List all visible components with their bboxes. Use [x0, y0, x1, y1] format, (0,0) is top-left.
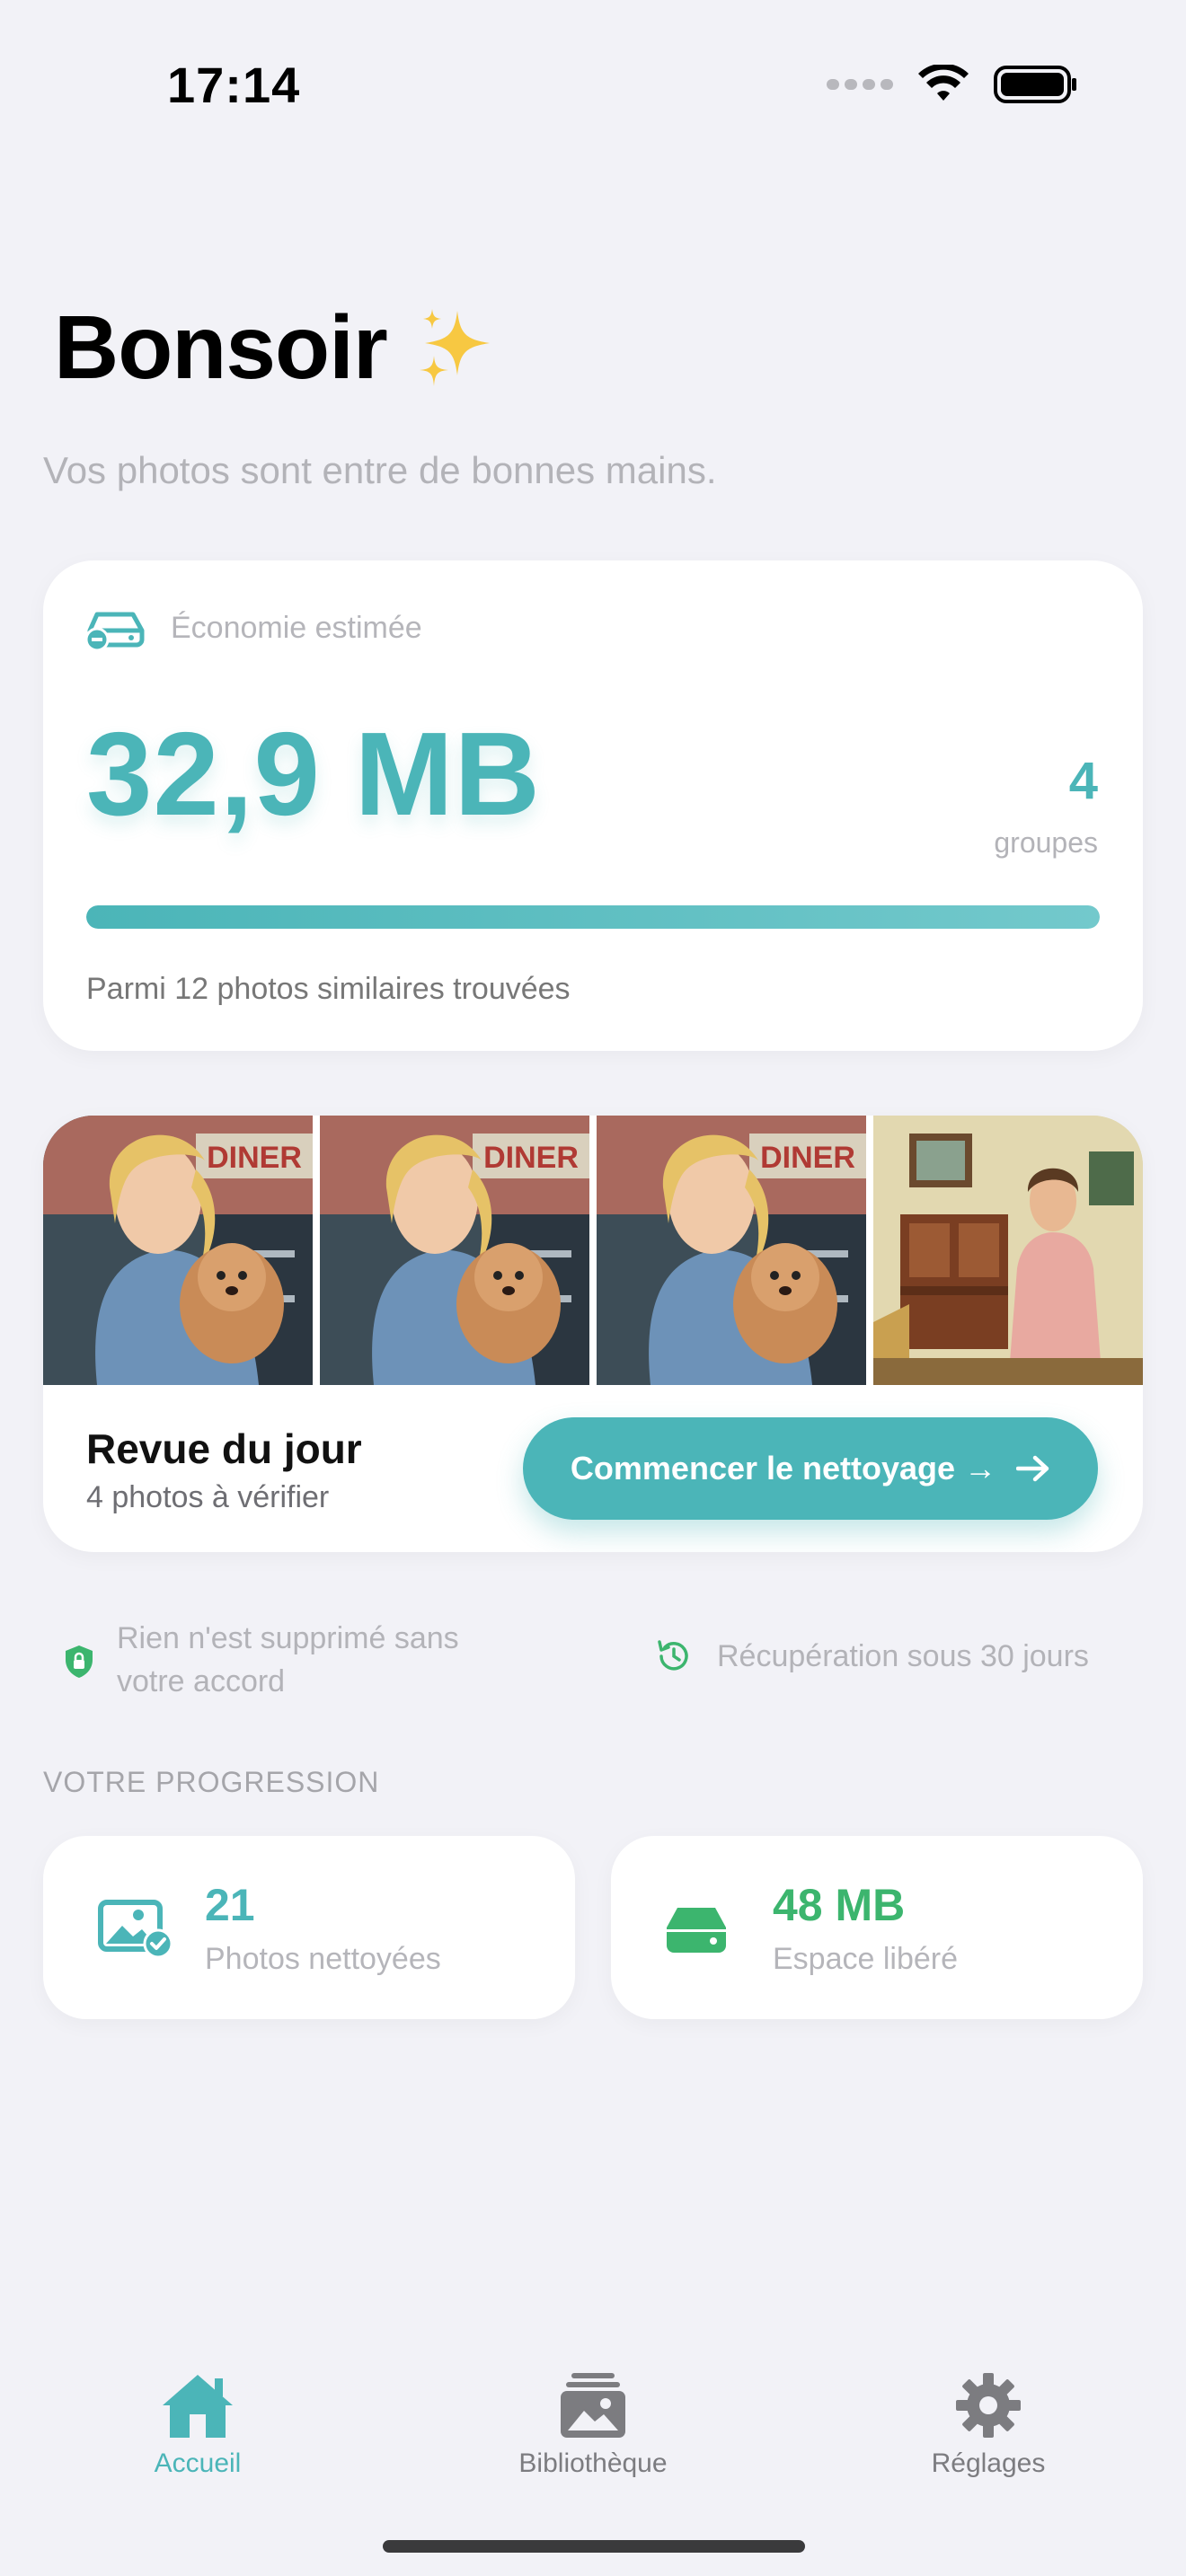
start-cleaning-button[interactable]: Commencer le nettoyage →	[523, 1417, 1098, 1520]
savings-amount: 32,9 MB	[86, 708, 541, 840]
tab-home-label: Accueil	[154, 2448, 242, 2478]
greeting: Bonsoir	[54, 296, 502, 400]
space-freed-card: 48 MB Espace libéré	[611, 1836, 1143, 2019]
savings-progress-bar	[86, 905, 1100, 929]
photos-cleaned-label: Photos nettoyées	[205, 1942, 441, 1976]
review-title: Revue du jour	[86, 1425, 362, 1472]
home-indicator	[383, 2540, 805, 2553]
savings-footnote: Parmi 12 photos similaires trouvées	[86, 972, 571, 1006]
space-freed-label: Espace libéré	[773, 1942, 959, 1976]
history-clock-icon	[658, 1640, 688, 1671]
drive-minus-icon	[84, 612, 145, 650]
no-deletion-line1: Rien n'est supprimé sans	[117, 1621, 459, 1655]
svg-text:DINER: DINER	[207, 1141, 302, 1175]
battery-icon	[994, 66, 1076, 103]
svg-text:DINER: DINER	[760, 1141, 855, 1175]
space-freed-value: 48 MB	[773, 1880, 906, 1930]
photo-check-icon	[98, 1900, 173, 1958]
greeting-subtitle: Vos photos sont entre de bonnes mains.	[43, 449, 717, 491]
recovery-text: Récupération sous 30 jours	[717, 1638, 1089, 1673]
tab-settings[interactable]: Réglages	[854, 2369, 1123, 2479]
groups-label: groupes	[994, 826, 1098, 859]
tab-home[interactable]: Accueil	[63, 2369, 332, 2479]
review-thumbnails: DINER DINER DINER	[43, 1116, 1143, 1385]
tab-library[interactable]: Bibliothèque	[458, 2369, 728, 2479]
assurances: Rien n'est supprimé sans votre accord Ré…	[43, 1617, 1143, 1707]
no-deletion-assurance: Rien n'est supprimé sans votre accord	[63, 1617, 459, 1703]
groups-count: 4	[1068, 752, 1098, 810]
photos-cleaned-card: 21 Photos nettoyées	[43, 1836, 575, 2019]
status-bar: 17:14	[0, 0, 1186, 171]
tab-settings-label: Réglages	[931, 2448, 1046, 2478]
start-cleaning-label: Commencer le nettoyage →	[570, 1450, 997, 1486]
gear-icon	[956, 2373, 1021, 2438]
no-deletion-text: Rien n'est supprimé sans votre accord	[117, 1617, 459, 1703]
review-subtitle: 4 photos à vérifier	[86, 1480, 330, 1514]
svg-text:DINER: DINER	[483, 1141, 579, 1175]
photo-thumbnail[interactable]: DINER	[43, 1116, 313, 1385]
daily-review-card: DINER DINER DINER Revue du jour 4 photos…	[43, 1116, 1143, 1552]
photo-thumbnail[interactable]	[873, 1116, 1143, 1385]
cellular-signal-icon	[827, 79, 893, 90]
progress-section-header: VOTRE PROGRESSION	[43, 1766, 380, 1798]
photo-thumbnail[interactable]: DINER	[320, 1116, 589, 1385]
status-icons	[827, 65, 1078, 104]
estimated-savings-card: Économie estimée 32,9 MB 4 groupes Parmi…	[43, 560, 1143, 1051]
sparkles-icon	[419, 308, 490, 386]
savings-label: Économie estimée	[171, 610, 422, 645]
arrow-right-icon	[1016, 1455, 1049, 1482]
photo-thumbnail[interactable]: DINER	[597, 1116, 866, 1385]
greeting-title: Bonsoir	[54, 297, 388, 398]
storage-drive-icon	[667, 1908, 726, 1953]
savings-header: Économie estimée	[84, 605, 422, 650]
savings-progress-fill	[86, 905, 1100, 929]
house-icon	[163, 2375, 233, 2438]
no-deletion-line2: votre accord	[117, 1664, 286, 1698]
status-time: 17:14	[167, 57, 301, 113]
lock-shield-icon	[66, 1645, 93, 1678]
photo-stack-icon	[561, 2373, 625, 2438]
wifi-icon	[918, 65, 969, 101]
photos-cleaned-value: 21	[205, 1880, 255, 1930]
recovery-assurance: Récupération sous 30 jours	[654, 1636, 1089, 1676]
tab-library-label: Bibliothèque	[518, 2448, 668, 2478]
